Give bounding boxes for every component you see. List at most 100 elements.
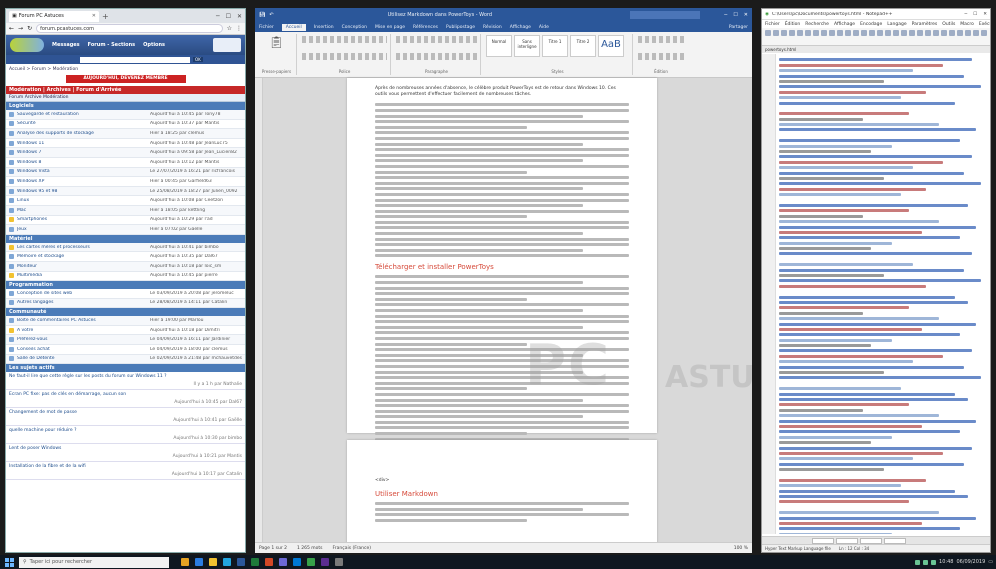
forum-row[interactable]: Windows 95 et 98 Le 25/08/2019 à 18:27 pa… [6, 186, 245, 197]
ribbon-group-clipboard[interactable]: 📋︎ Presse-papiers [257, 34, 297, 75]
forum-row[interactable]: Les cartes mères et processeurs Aujourd'h… [6, 242, 245, 253]
replace-controls-row[interactable] [638, 53, 684, 60]
forum-row[interactable]: Conception de sites web Le 03/09/2019 à 2… [6, 289, 245, 299]
battery-icon[interactable] [931, 559, 937, 565]
forum-row[interactable]: Moniteur Aujourd'hui à 10:18 par loic_sm [6, 261, 245, 272]
bottom-tab[interactable] [812, 537, 834, 544]
toolbar-button[interactable] [893, 30, 899, 36]
editor-menu-item[interactable]: Langage [887, 22, 906, 27]
minimize-icon[interactable]: ─ [724, 12, 727, 18]
forum-row[interactable]: Autres langages Le 28/08/2019 à 14:11 par… [6, 298, 245, 309]
topic-row[interactable]: quelle machine pour réduire ? Aujourd'hui… [6, 426, 245, 445]
toolbar-button[interactable] [965, 30, 971, 36]
maximize-icon[interactable]: ☐ [973, 12, 977, 17]
toolbar-button[interactable] [837, 30, 843, 36]
ribbon-tab[interactable]: Références [413, 25, 438, 30]
format-controls-row[interactable] [302, 53, 387, 60]
undo-icon[interactable]: ↶ [269, 12, 273, 18]
nav-options[interactable]: Options [143, 42, 165, 48]
forum-name[interactable]: Linux [17, 198, 147, 203]
toolbar-button[interactable] [861, 30, 867, 36]
toolbar-button[interactable] [813, 30, 819, 36]
volume-icon[interactable] [923, 559, 929, 565]
alignment-controls-row[interactable] [396, 53, 477, 60]
forum-row[interactable]: Windows Vista Le 27/07/2019 à 16:21 par r… [6, 167, 245, 178]
forum-row[interactable]: Salle de Détente Le 02/09/2019 à 21:48 pa… [6, 354, 245, 365]
file-tab[interactable]: powertoys.html [765, 47, 796, 52]
address-input[interactable]: forum.pcastuces.com [36, 24, 223, 33]
toolbar-button[interactable] [845, 30, 851, 36]
toolbar-button[interactable] [981, 30, 987, 36]
minimize-icon[interactable]: ─ [216, 13, 220, 20]
toolbar-button[interactable] [901, 30, 907, 36]
taskbar-app-icon[interactable] [223, 558, 231, 566]
topic-title[interactable]: Ecran PC fixe: pas de clés en démarrage,… [9, 392, 242, 397]
ribbon-tab[interactable]: Publipostage [446, 25, 475, 30]
word-window[interactable]: 💾︎ ↶ Utilisez Markdown dans PowerToys - … [255, 8, 752, 553]
taskbar-app-icon[interactable] [335, 558, 343, 566]
toolbar-button[interactable] [765, 30, 771, 36]
ribbon-group-styles[interactable]: Normal Sans interligne Titre 1 Titre 2 A… [483, 34, 633, 75]
toolbar-button[interactable] [805, 30, 811, 36]
forum-row[interactable]: Jeux Hier à 07:02 par Gaëlle [6, 225, 245, 235]
toolbar-button[interactable] [877, 30, 883, 36]
menu-icon[interactable]: ⋮ [236, 25, 242, 32]
topic-row[interactable]: Changement de mot de passe Aujourd'hui à … [6, 408, 245, 427]
forum-name[interactable]: Analyse des supports de stockage [17, 131, 147, 136]
forum-row[interactable]: Sécurité Aujourd'hui à 10:37 par Mantis [6, 120, 245, 130]
toolbar-button[interactable] [781, 30, 787, 36]
signup-button[interactable]: AUJOURD'HUI, DEVENEZ MEMBRE [65, 75, 186, 83]
editor-menu-item[interactable]: Encodage [860, 22, 882, 27]
forum-row[interactable]: Mac Hier à 18:05 par kettling [6, 205, 245, 216]
forum-name[interactable]: Les cartes mères et processeurs [17, 245, 147, 250]
editor-body[interactable] [762, 54, 990, 534]
forum-name[interactable]: Multimédia [17, 273, 147, 278]
taskbar-app-icon[interactable] [237, 558, 245, 566]
nav-messages[interactable]: Messages [52, 42, 80, 48]
document-area[interactable]: Après de nombreuses années d'absence, le… [255, 78, 752, 550]
nav-sections[interactable]: Forum - Sections [88, 42, 135, 48]
clock-date[interactable]: 06/09/2019 [956, 559, 985, 565]
bottom-tab[interactable] [836, 537, 858, 544]
toolbar-button[interactable] [917, 30, 923, 36]
status-page[interactable]: Page 1 sur 2 [259, 546, 287, 551]
taskbar-search[interactable]: ⚲ Taper ici pour rechercher [19, 556, 169, 568]
status-words[interactable]: 1 265 mots [297, 546, 323, 551]
font-controls-row[interactable] [302, 36, 387, 43]
editor-menu-item[interactable]: Affichage [834, 22, 855, 27]
forum-name[interactable]: Jeux [17, 227, 147, 232]
forum-name[interactable]: Préférez-vous [17, 337, 147, 342]
ribbon-tab[interactable]: Accueil [281, 23, 306, 31]
toolbar-button[interactable] [925, 30, 931, 36]
forum-name[interactable]: Salle de Détente [17, 356, 147, 361]
close-icon[interactable]: ✕ [983, 12, 987, 17]
forum-row[interactable]: Windows XP Hier à 00:45 par Garfield63 [6, 177, 245, 187]
toolbar-button[interactable] [821, 30, 827, 36]
document-page-2[interactable]: <div> Utiliser Markdown [347, 440, 657, 550]
style-title[interactable]: AaB [598, 35, 624, 57]
toolbar-button[interactable] [869, 30, 875, 36]
toolbar-button[interactable] [789, 30, 795, 36]
reload-icon[interactable]: ↻ [27, 25, 32, 32]
editor-menu-item[interactable]: Paramètres [912, 22, 938, 27]
taskbar-app-icon[interactable] [293, 558, 301, 566]
toolbar-button[interactable] [885, 30, 891, 36]
close-icon[interactable]: ✕ [237, 13, 242, 20]
toolbar-button[interactable] [973, 30, 979, 36]
forum-row[interactable]: Sauvegarde et restauration Aujourd'hui à … [6, 110, 245, 120]
style-no-spacing[interactable]: Sans interligne [514, 35, 540, 57]
ribbon-tab[interactable]: Fichier [259, 25, 274, 30]
ribbon-group-font[interactable]: Police [299, 34, 391, 75]
close-icon[interactable]: ✕ [744, 12, 748, 18]
forum-name[interactable]: Windows 7 [17, 150, 147, 155]
site-search-input[interactable] [80, 56, 190, 63]
browser-tab[interactable]: ▣ Forum PC Astuces ✕ [9, 10, 99, 22]
editor-menu-item[interactable]: Fichier [765, 22, 780, 27]
style-heading-1[interactable]: Titre 1 [542, 35, 568, 57]
ribbon-tab[interactable]: Mise en page [375, 25, 405, 30]
toolbar-button[interactable] [941, 30, 947, 36]
forum-row[interactable]: Smartphones Aujourd'hui à 10:29 par l'ad [6, 216, 245, 226]
network-icon[interactable] [915, 559, 921, 565]
zoom-level[interactable]: 100 % [734, 546, 748, 551]
forum-row[interactable]: Préférez-vous Le 04/09/2019 à 16:11 par J… [6, 335, 245, 346]
